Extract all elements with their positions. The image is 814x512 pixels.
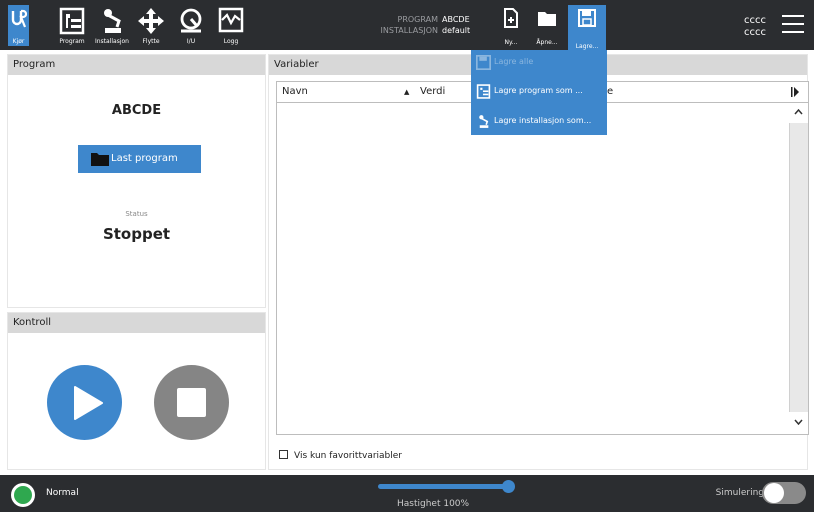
stop-icon — [177, 388, 206, 417]
nav-move-button[interactable]: Flytte — [131, 5, 171, 46]
favorites-only-label: Vis kun favorittvariabler — [294, 451, 402, 461]
simulation-toggle[interactable] — [762, 482, 806, 504]
program-label: PROGRAM — [397, 15, 439, 24]
open-file-label: Åpne... — [536, 39, 558, 46]
play-icon — [74, 386, 103, 420]
program-name: ABCDE — [111, 103, 162, 118]
log-icon — [218, 7, 244, 33]
installation-value: default — [442, 26, 471, 35]
load-program-label: Last program — [111, 153, 178, 164]
control-panel: Kontroll — [7, 312, 266, 470]
play-button[interactable] — [47, 365, 122, 440]
program-panel-title: Program — [8, 55, 265, 75]
save-file-label: Lagre... — [575, 43, 599, 50]
column-value-header[interactable]: Verdi — [420, 82, 445, 102]
status-label: Status — [125, 210, 148, 218]
new-file-icon — [504, 8, 518, 28]
control-panel-title: Kontroll — [8, 313, 265, 333]
robot-status-label[interactable]: Normal — [46, 488, 79, 498]
column-name-header[interactable]: Navn — [282, 82, 308, 102]
program-icon — [476, 84, 491, 99]
expand-columns-icon[interactable] — [791, 87, 799, 97]
program-panel: Program ABCDE Last program Status Stoppe… — [7, 54, 266, 308]
hamburger-menu-icon[interactable] — [782, 15, 804, 33]
save-icon — [578, 9, 596, 27]
open-file-button[interactable]: Åpne... — [529, 8, 565, 46]
user-line-1: cccc — [744, 15, 766, 26]
open-folder-icon — [538, 12, 556, 26]
status-value: Stoppet — [102, 225, 171, 243]
scroll-up-icon[interactable] — [789, 103, 808, 123]
save-program-as-item[interactable]: Lagre program som ... — [471, 81, 607, 101]
robot-status-indicator-icon[interactable] — [11, 483, 35, 507]
program-icon — [59, 7, 85, 35]
speed-slider-handle[interactable] — [502, 480, 515, 493]
ur-logo-icon — [11, 9, 27, 28]
save-installation-as-item[interactable]: Lagre installasjon som... — [471, 111, 607, 131]
save-icon — [476, 55, 491, 70]
nav-installation-button[interactable]: Installasjon — [92, 5, 132, 46]
save-menu: Lagre alle Lagre program som ... Lagre i… — [471, 50, 607, 135]
speed-label: Hastighet 100% — [397, 499, 470, 509]
speed-slider[interactable] — [378, 484, 511, 489]
simulation-label: Simulering — [715, 488, 764, 498]
installation-icon — [479, 115, 489, 128]
nav-log-button[interactable]: Logg — [211, 5, 251, 46]
nav-program-button[interactable]: Program — [52, 5, 92, 46]
user-info[interactable]: cccc cccc — [744, 15, 766, 39]
save-program-as-label: Lagre program som ... — [494, 86, 583, 95]
table-scrollbar[interactable] — [789, 103, 808, 434]
move-icon — [138, 8, 164, 34]
scroll-down-icon[interactable] — [789, 412, 808, 434]
favorites-only-checkbox[interactable] — [279, 450, 288, 459]
nav-log-label: Logg — [223, 38, 239, 45]
new-file-button[interactable]: Ny... — [493, 8, 529, 46]
save-installation-as-label: Lagre installasjon som... — [494, 116, 592, 125]
top-bar: Kjør Program Installasjon Flytte I/U Log… — [0, 0, 814, 50]
bottom-bar: Normal Hastighet 100% Simulering — [0, 475, 814, 512]
user-line-2: cccc — [744, 27, 766, 38]
save-all-item: Lagre alle — [471, 52, 607, 72]
load-program-button[interactable]: Last program — [78, 145, 201, 173]
program-value: ABCDE — [442, 15, 470, 24]
new-file-label: Ny... — [504, 39, 518, 46]
installation-label: INSTALLASJON — [380, 26, 438, 35]
stop-button[interactable] — [154, 365, 229, 440]
favorites-only-toggle[interactable]: Vis kun favorittvariabler — [279, 450, 402, 461]
nav-run-label: Kjør — [12, 38, 25, 45]
save-all-label: Lagre alle — [494, 57, 534, 66]
save-file-button[interactable]: Lagre... — [568, 5, 606, 50]
nav-run-button[interactable]: Kjør — [8, 5, 29, 46]
nav-io-button[interactable]: I/U — [171, 5, 211, 46]
program-installation-info: PROGRAM ABCDE INSTALLASJON default — [381, 14, 476, 36]
io-icon — [180, 8, 202, 33]
sort-asc-icon[interactable]: ▲ — [404, 82, 409, 102]
folder-icon — [91, 153, 109, 166]
installation-icon — [104, 9, 121, 33]
